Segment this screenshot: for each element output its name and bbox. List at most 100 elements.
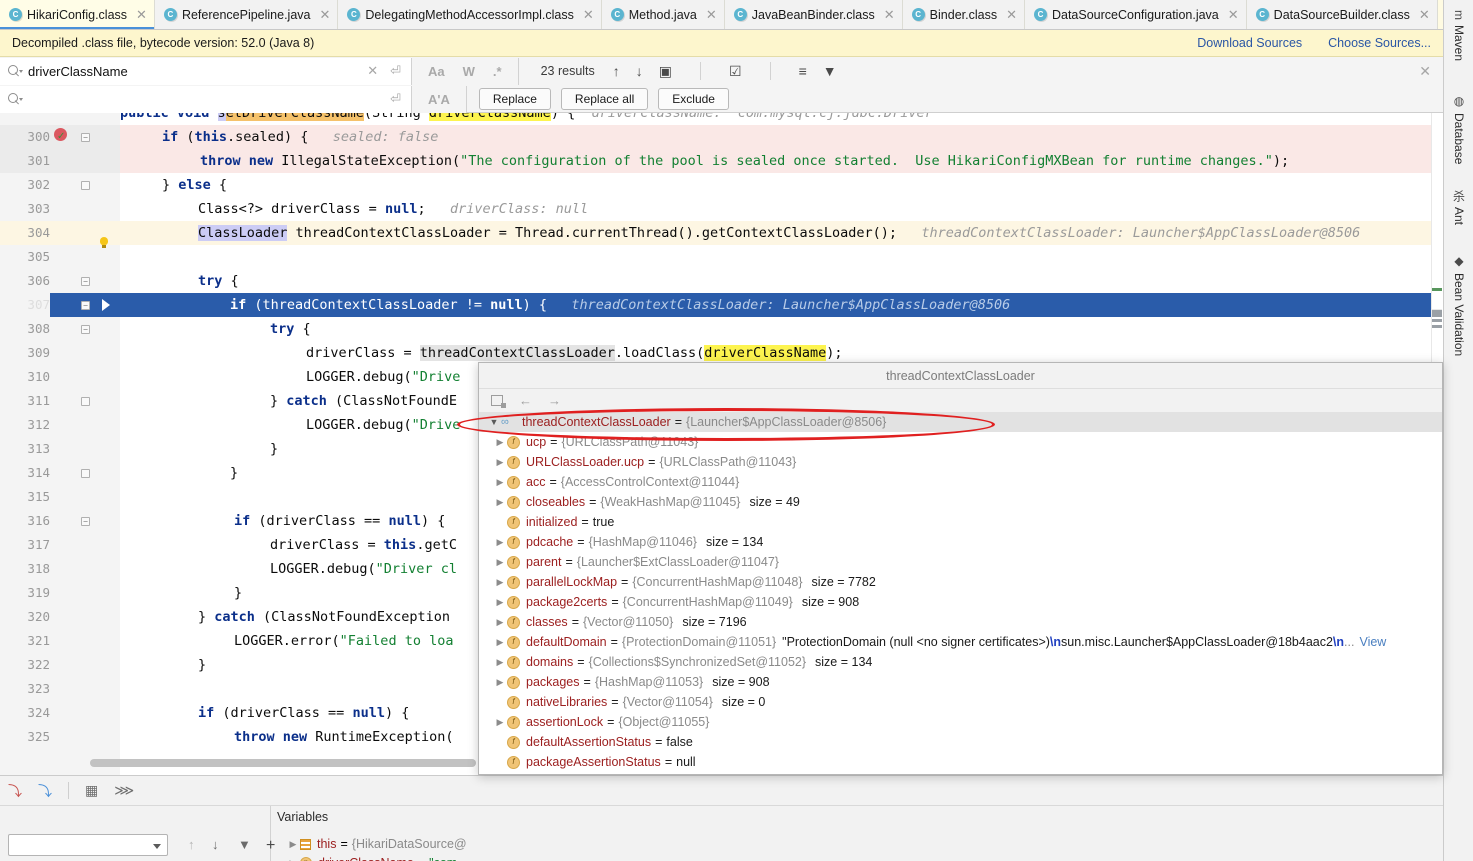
tool-button-database[interactable]: ◍ Database — [1444, 88, 1473, 164]
step-out-icon[interactable]: ⤵ — [38, 781, 52, 801]
editor-tab-datasourcebuilder[interactable]: C DataSourceBuilder.class ✕ — [1246, 0, 1438, 29]
tool-button-maven[interactable]: m Maven — [1444, 4, 1473, 61]
variable-row[interactable]: ▶ f assertionLock = {Object@11055} — [479, 712, 1442, 732]
variable-row[interactable]: ▶ f domains = {Collections$SynchronizedS… — [479, 652, 1442, 672]
editor-tab-datasourceconfiguration[interactable]: C DataSourceConfiguration.java ✕ — [1024, 0, 1247, 29]
filter-list-icon[interactable]: ≡ — [799, 63, 807, 79]
fold-icon[interactable]: − — [81, 276, 90, 286]
editor-tab-method[interactable]: C Method.java ✕ — [601, 0, 725, 29]
variable-row[interactable]: f defaultAssertionStatus = false — [479, 732, 1442, 752]
panel-splitter[interactable] — [270, 806, 271, 831]
variable-row[interactable]: ▶ f acc = {AccessControlContext@11044} — [479, 472, 1442, 492]
close-icon[interactable]: ✕ — [884, 8, 895, 21]
code-line-304[interactable]: 304 ClassLoader threadContextClassLoader… — [0, 221, 1443, 248]
expand-triangle-icon[interactable]: ▼ — [487, 412, 501, 432]
code-line-305[interactable]: 305 — [0, 245, 1443, 269]
expand-triangle-icon[interactable]: ▶ — [493, 672, 507, 692]
fold-icon[interactable]: − — [81, 324, 90, 334]
back-arrow-icon[interactable]: ← — [519, 393, 532, 408]
variable-row[interactable]: f nativeLibraries = {Vector@11054} size … — [479, 692, 1442, 712]
editor-tab-binder[interactable]: C Binder.class ✕ — [902, 0, 1025, 29]
settings-icon[interactable]: ⋙ — [114, 782, 134, 799]
variable-row[interactable]: ▶ f package2certs = {ConcurrentHashMap@1… — [479, 592, 1442, 612]
fold-icon[interactable]: − — [81, 300, 90, 310]
chevron-down-icon[interactable] — [153, 844, 161, 849]
debug-value-popup[interactable]: threadContextClassLoader ← → ▼ ∞ threadC… — [478, 362, 1443, 775]
frame-icon[interactable] — [491, 395, 506, 408]
expand-triangle-icon[interactable]: ▶ — [493, 472, 507, 492]
expand-triangle-icon[interactable]: ▶ — [493, 492, 507, 512]
filter-icon[interactable]: ▼ — [823, 63, 837, 79]
download-sources-link[interactable]: Download Sources — [1197, 36, 1302, 50]
variable-row[interactable]: ▶ f parent = {Launcher$ExtClassLoader@11… — [479, 552, 1442, 572]
popup-variables-tree[interactable]: ▼ ∞ threadContextClassLoader = {Launcher… — [479, 412, 1442, 774]
exclude-button[interactable]: Exclude — [658, 88, 729, 110]
editor-tab-referencepipeline[interactable]: C ReferencePipeline.java ✕ — [154, 0, 339, 29]
variable-row[interactable]: ▶ f URLClassLoader.ucp = {URLClassPath@1… — [479, 452, 1442, 472]
expand-triangle-icon[interactable]: ▶ — [493, 452, 507, 472]
close-icon[interactable]: ✕ — [1419, 8, 1430, 21]
in-selection-toggle[interactable]: ☑ — [729, 63, 742, 80]
variable-row[interactable]: ▶ f closeables = {WeakHashMap@11045} siz… — [479, 492, 1442, 512]
expand-triangle-icon[interactable]: ▶ — [286, 835, 300, 853]
move-down-button[interactable]: ↓ — [212, 837, 219, 852]
filter-icon[interactable]: ▼ — [238, 837, 251, 852]
fold-icon[interactable] — [81, 396, 90, 406]
tool-button-bean-validation[interactable]: ◆ Bean Validation — [1444, 248, 1473, 356]
editor-horizontal-scrollbar[interactable] — [90, 759, 476, 767]
variable-row-root[interactable]: ▼ ∞ threadContextClassLoader = {Launcher… — [479, 412, 1442, 432]
breakpoint-icon[interactable] — [54, 125, 67, 149]
variable-row-default-domain[interactable]: ▶ f defaultDomain = {ProtectionDomain@11… — [479, 632, 1442, 652]
close-icon[interactable]: ✕ — [1228, 8, 1239, 21]
next-match-button[interactable]: ↓ — [636, 63, 643, 79]
replace-all-button[interactable]: Replace all — [560, 88, 649, 110]
editor-tab-delegatingmethodaccessorimpl[interactable]: C DelegatingMethodAccessorImpl.class ✕ — [338, 0, 602, 29]
variable-row[interactable]: ▶ f pdcache = {HashMap@11046} size = 134 — [479, 532, 1442, 552]
regex-toggle[interactable]: .* — [493, 64, 502, 79]
variable-row[interactable]: ▶ f parallelLockMap = {ConcurrentHashMap… — [479, 572, 1442, 592]
close-icon[interactable]: ✕ — [320, 8, 331, 21]
code-line-306[interactable]: 306 − try { — [0, 269, 1443, 293]
add-watch-button[interactable]: + — [266, 837, 275, 855]
variable-row[interactable]: ▶ f packages = {HashMap@11053} size = 90… — [479, 672, 1442, 692]
close-icon[interactable]: ✕ — [1006, 8, 1017, 21]
editor-tab-hikariconfig[interactable]: C HikariConfig.class ✕ — [0, 0, 155, 29]
code-line-302[interactable]: 302 } else { — [0, 173, 1443, 197]
close-find-bar-button[interactable]: ✕ — [1419, 63, 1431, 80]
replace-button[interactable]: Replace — [478, 88, 551, 110]
expand-triangle-icon[interactable]: ▶ — [493, 612, 507, 632]
variable-row[interactable]: f packageAssertionStatus = null — [479, 752, 1442, 772]
tool-button-ant[interactable]: 杀 Ant — [1444, 184, 1473, 225]
expand-triangle-icon[interactable]: ▶ — [493, 632, 507, 652]
forward-arrow-icon[interactable]: → — [548, 393, 561, 408]
variable-row[interactable]: f initialized = true — [479, 512, 1442, 532]
replace-history-icon[interactable]: ⏎ — [390, 91, 401, 107]
code-line-299[interactable]: public void setDriverClassName(String dr… — [0, 113, 1443, 125]
close-icon[interactable]: ✕ — [136, 8, 147, 21]
code-line-308[interactable]: 308 − try { — [0, 317, 1443, 341]
variable-row[interactable]: ▶ f ucp = {URLClassPath@11043} — [479, 432, 1442, 452]
search-history-icon[interactable]: ⏎ — [390, 63, 401, 79]
search-input[interactable]: driverClassName ✕ ⏎ — [0, 57, 412, 85]
clear-search-icon[interactable]: ✕ — [367, 63, 378, 79]
variables-row-driverclassname[interactable]: ▶ p driverClassName = "com. — [286, 854, 461, 861]
expand-triangle-icon[interactable]: ▶ — [493, 572, 507, 592]
fold-icon[interactable] — [81, 468, 90, 478]
expand-triangle-icon[interactable]: ▶ — [493, 592, 507, 612]
fold-collapse-icon[interactable]: − — [81, 132, 90, 142]
intention-bulb-icon[interactable] — [100, 237, 108, 248]
watch-expression-input[interactable] — [8, 834, 168, 856]
preserve-case-toggle[interactable]: A'A — [428, 92, 450, 107]
close-icon[interactable]: ✕ — [706, 8, 717, 21]
whole-words-toggle[interactable]: W — [463, 64, 475, 79]
variable-row[interactable]: f classAssertionStatus = null — [479, 772, 1442, 774]
close-icon[interactable]: ✕ — [583, 8, 594, 21]
editor-tab-javabeanbinder[interactable]: C JavaBeanBinder.class ✕ — [724, 0, 903, 29]
expand-triangle-icon[interactable]: ▶ — [493, 652, 507, 672]
replace-input[interactable]: ⏎ — [0, 85, 412, 113]
mute-breakpoints-icon[interactable]: ⤵ — [8, 781, 22, 801]
select-all-occurrences-button[interactable]: ▣ — [659, 63, 672, 80]
expand-triangle-icon[interactable]: ▶ — [493, 552, 507, 572]
variables-row-this[interactable]: ▶ this = {HikariDataSource@ — [286, 835, 467, 853]
view-link[interactable]: View — [1359, 632, 1386, 652]
